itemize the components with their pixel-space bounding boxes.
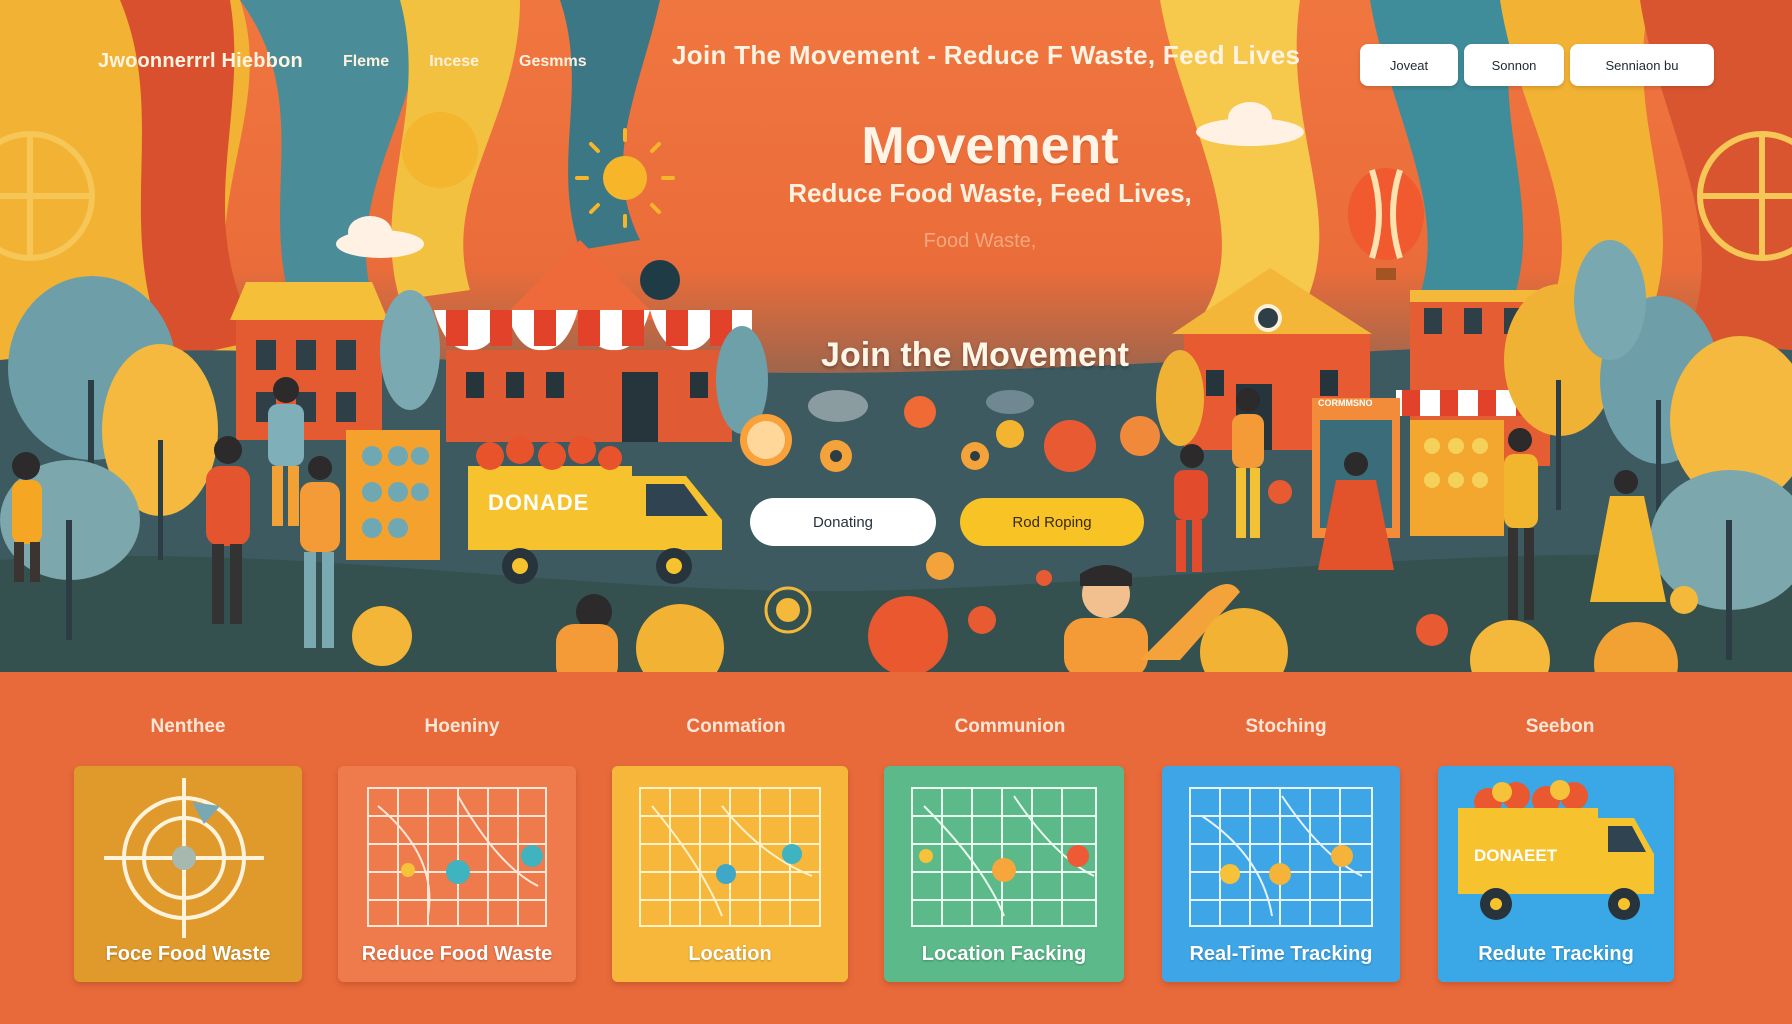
truck-label: DONADE bbox=[488, 490, 590, 515]
feature-card-2-title: Reduce Food Waste bbox=[361, 943, 553, 965]
food-rescue-button[interactable]: Rod Roping bbox=[960, 498, 1144, 546]
feature-label-6: Seebon bbox=[1525, 716, 1595, 737]
sign-on-button[interactable]: Sonnon bbox=[1464, 44, 1564, 86]
banner-title: Join The Movement - Reduce F Waste, Feed… bbox=[672, 40, 1301, 70]
feature-card-6-title: Redute Tracking bbox=[1478, 943, 1634, 965]
feature-label-4: Communion bbox=[954, 716, 1066, 737]
card-truck-label: DONAEET bbox=[1474, 846, 1558, 865]
feature-card-5-title: Real-Time Tracking bbox=[1189, 943, 1373, 965]
feature-card-4[interactable]: Location Facking bbox=[884, 766, 1124, 982]
feature-label-2: Hoeniny bbox=[424, 716, 500, 737]
brand-logo[interactable]: Jwoonnerrrl Hiebbon bbox=[98, 50, 303, 73]
feature-label-3: Conmation bbox=[686, 716, 786, 737]
feature-card-1[interactable]: Foce Food Waste bbox=[74, 766, 302, 982]
top-nav-right: Joveat Sonnon Senniaon bu bbox=[1360, 44, 1714, 86]
donate-button[interactable]: Donating bbox=[750, 498, 936, 546]
join-button[interactable]: Joveat bbox=[1360, 44, 1458, 86]
feature-card-5[interactable]: Real-Time Tracking bbox=[1162, 766, 1400, 982]
feature-card-3[interactable]: Location bbox=[612, 766, 848, 982]
hero-heading: Movement bbox=[861, 117, 1119, 175]
feature-card-6[interactable]: DONAEET Redute Tracking bbox=[1438, 766, 1674, 982]
feature-card-4-title: Location Facking bbox=[921, 943, 1087, 965]
feature-card-1-title: Foce Food Waste bbox=[105, 943, 271, 965]
top-nav-left: Jwoonnerrrl Hiebbon Fleme Incese Gesmms bbox=[98, 50, 587, 73]
nav-link-1[interactable]: Fleme bbox=[343, 53, 389, 71]
hero-subheading: Reduce Food Waste, Feed Lives, bbox=[788, 178, 1192, 208]
feature-card-2[interactable]: Reduce Food Waste bbox=[338, 766, 576, 982]
hero-cta-row: Donating Rod Roping bbox=[750, 498, 1144, 546]
nav-link-2[interactable]: Incese bbox=[429, 53, 479, 71]
hero-faint-text: Food Waste, bbox=[923, 230, 1037, 252]
search-button[interactable]: Senniaon bu bbox=[1570, 44, 1714, 86]
feature-label-1: Nenthee bbox=[150, 716, 226, 737]
hero-cta-title: Join the Movement bbox=[821, 336, 1129, 374]
feature-label-5: Stoching bbox=[1245, 716, 1327, 737]
feature-card-3-title: Location bbox=[688, 943, 772, 965]
nav-link-3[interactable]: Gesmms bbox=[519, 53, 587, 71]
shop-label: CORMMSNO bbox=[1318, 398, 1373, 408]
hero-section: Jwoonnerrrl Hiebbon Fleme Incese Gesmms … bbox=[0, 0, 1792, 672]
